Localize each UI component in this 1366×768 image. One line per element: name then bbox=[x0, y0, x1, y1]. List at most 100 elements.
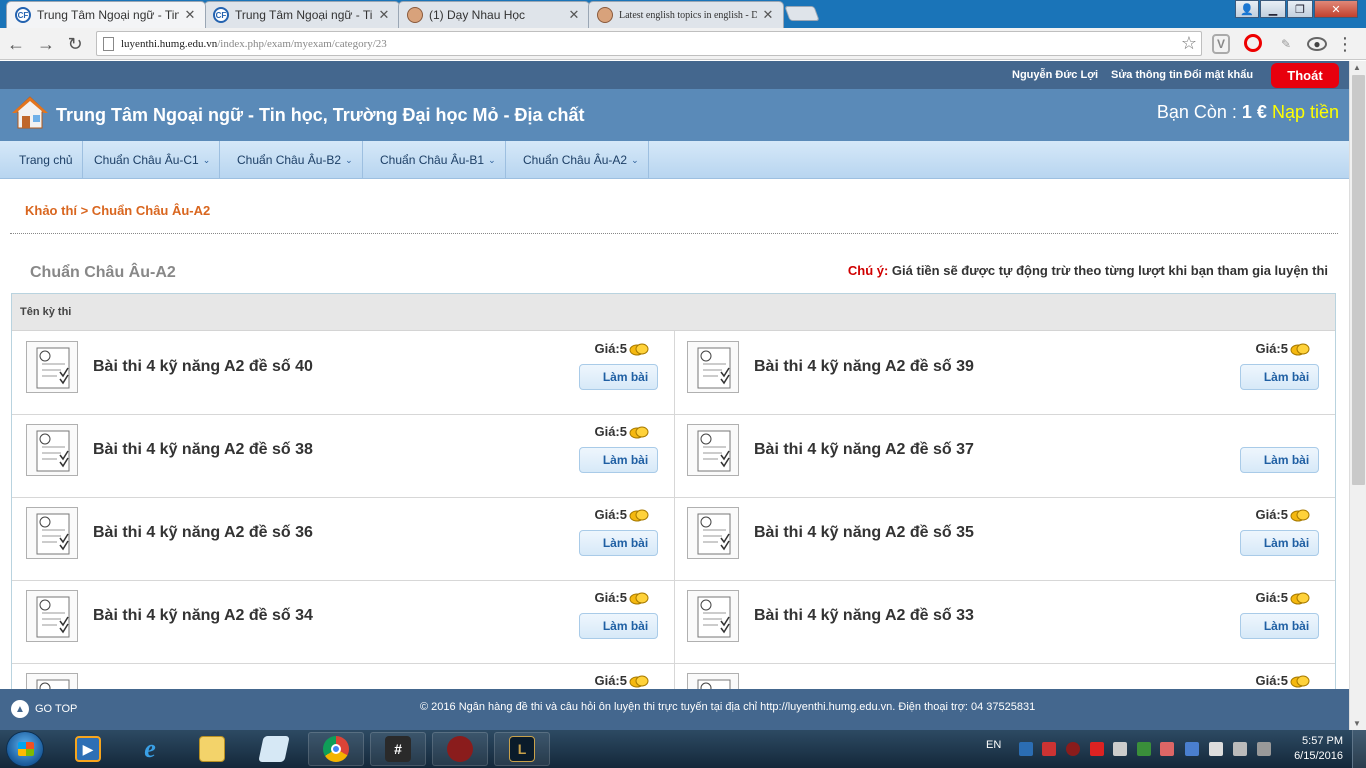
exam-title[interactable]: Bài thi 4 kỹ năng A2 đề số 34 bbox=[93, 607, 313, 625]
bluetooth-tray-icon[interactable] bbox=[1185, 742, 1199, 756]
nav-item-b2[interactable]: Chuẩn Châu Âu-B2 ⌄ bbox=[228, 141, 363, 179]
battery-tray-icon[interactable] bbox=[1209, 742, 1223, 756]
exam-sheet-icon[interactable] bbox=[687, 341, 739, 393]
home-logo-icon[interactable] bbox=[12, 95, 48, 131]
volume-tray-icon[interactable] bbox=[1113, 742, 1127, 756]
start-exam-button[interactable]: Làm bài bbox=[1240, 613, 1319, 639]
language-indicator[interactable]: EN bbox=[986, 739, 1001, 751]
start-exam-button[interactable]: Làm bài bbox=[579, 447, 658, 473]
chrome-icon[interactable] bbox=[308, 732, 364, 766]
usb-tray-icon[interactable] bbox=[1233, 742, 1247, 756]
browser-tab[interactable]: Latest english topics in english - Dạy ✕ bbox=[588, 1, 784, 28]
exam-sheet-icon[interactable] bbox=[26, 341, 78, 393]
action-center-tray-icon[interactable] bbox=[1257, 742, 1271, 756]
bookmark-star-icon[interactable]: ☆ bbox=[1181, 33, 1197, 54]
price-value: 5 bbox=[1280, 341, 1288, 356]
forward-arrow-icon[interactable]: → bbox=[34, 32, 58, 56]
exam-item: Bài thi 4 kỹ năng A2 đề số 35 Giá: 5 Làm bà… bbox=[673, 497, 1333, 580]
nav-item-b1[interactable]: Chuẩn Châu Âu-B1 ⌄ bbox=[371, 141, 506, 179]
start-exam-button[interactable]: Làm bài bbox=[1240, 447, 1319, 473]
exam-item: Bài thi 4 kỹ năng A2 đề số 39 Giá: 5 Làm bà… bbox=[673, 331, 1333, 414]
go-top-button[interactable]: ▲ GO TOP bbox=[11, 700, 77, 718]
notepad-icon[interactable] bbox=[246, 732, 302, 766]
back-arrow-icon[interactable]: ← bbox=[4, 32, 28, 56]
start-exam-button[interactable]: Làm bài bbox=[579, 613, 658, 639]
start-exam-label: Làm bài bbox=[602, 536, 649, 550]
start-exam-button[interactable]: Làm bài bbox=[1240, 530, 1319, 556]
page-scrollbar[interactable]: ▲ ▼ bbox=[1349, 61, 1366, 730]
address-bar[interactable]: luyenthi.humg.edu.vn/index.php/exam/myex… bbox=[96, 31, 1202, 56]
sync-tray-icon[interactable] bbox=[1137, 742, 1151, 756]
exam-title[interactable]: Bài thi 4 kỹ năng A2 đề số 33 bbox=[754, 607, 974, 625]
show-desktop-button[interactable] bbox=[1352, 730, 1366, 768]
exam-sheet-icon[interactable] bbox=[26, 673, 78, 689]
browser-tab[interactable]: CF Trung Tâm Ngoại ngữ - Tin ✕ bbox=[204, 1, 400, 28]
start-button[interactable] bbox=[6, 731, 44, 767]
close-tab-icon[interactable]: ✕ bbox=[183, 7, 197, 23]
minimize-button[interactable]: ▁ bbox=[1260, 0, 1286, 18]
nav-item-a2[interactable]: Chuẩn Châu Âu-A2 ⌄ bbox=[514, 141, 649, 179]
logout-button[interactable]: Thoát bbox=[1271, 63, 1339, 88]
exam-title[interactable]: Bài thi 4 kỹ năng A2 đề số 40 bbox=[93, 358, 313, 376]
game-avatar-icon[interactable] bbox=[432, 732, 488, 766]
exam-title[interactable]: Bài thi 4 kỹ năng A2 đề số 37 bbox=[754, 441, 974, 459]
file-explorer-icon[interactable] bbox=[184, 732, 240, 766]
arrow-up-icon: ▲ bbox=[11, 700, 29, 718]
reload-icon[interactable]: ↻ bbox=[63, 32, 87, 56]
start-exam-button[interactable]: Làm bài bbox=[579, 364, 658, 390]
opera-extension-icon[interactable] bbox=[1244, 34, 1262, 52]
notice-text: Giá tiền sẽ được tự động trừ theo từng l… bbox=[888, 263, 1328, 278]
browser-tab[interactable]: CF Trung Tâm Ngoại ngữ - Tin ✕ bbox=[6, 1, 206, 28]
site-title[interactable]: Trung Tâm Ngoại ngữ - Tin học, Trường Đạ… bbox=[56, 105, 585, 126]
v-tray-icon[interactable] bbox=[1090, 742, 1104, 756]
scroll-up-arrow-icon[interactable]: ▲ bbox=[1353, 63, 1361, 72]
user-name-link[interactable]: Nguyễn Đức Lợi bbox=[1012, 69, 1098, 81]
top-up-link[interactable]: Nạp tiền bbox=[1272, 102, 1339, 122]
network-tray-icon[interactable] bbox=[1019, 742, 1033, 756]
close-tab-icon[interactable]: ✕ bbox=[761, 7, 775, 23]
eye-extension-icon[interactable]: ● bbox=[1307, 37, 1327, 51]
close-tab-icon[interactable]: ✕ bbox=[377, 7, 391, 23]
edit-profile-link[interactable]: Sửa thông tin bbox=[1111, 69, 1183, 81]
change-password-link[interactable]: Đổi mật khẩu bbox=[1184, 69, 1253, 81]
speaker-tray-icon[interactable] bbox=[1160, 742, 1174, 756]
exam-price: Giá: 5 bbox=[1255, 590, 1310, 605]
menu-icon[interactable]: ⋮ bbox=[1336, 34, 1354, 55]
exam-sheet-icon[interactable] bbox=[26, 507, 78, 559]
internet-explorer-icon[interactable]: e bbox=[122, 732, 178, 766]
user-profile-icon[interactable]: 👤 bbox=[1235, 0, 1259, 18]
app-tray-icon[interactable] bbox=[1066, 742, 1080, 756]
nav-item-home[interactable]: Trang chủ bbox=[10, 141, 83, 179]
coins-icon bbox=[1290, 675, 1310, 687]
exam-title[interactable]: Bài thi 4 kỹ năng A2 đề số 36 bbox=[93, 524, 313, 542]
start-exam-button[interactable]: Làm bài bbox=[579, 530, 658, 556]
flag-tray-icon[interactable] bbox=[1042, 742, 1056, 756]
window-close-button[interactable]: ✕ bbox=[1314, 0, 1358, 18]
new-tab-button[interactable] bbox=[784, 6, 820, 21]
start-exam-button[interactable]: Làm bài bbox=[1240, 364, 1319, 390]
exam-sheet-icon[interactable] bbox=[687, 424, 739, 476]
system-clock[interactable]: 5:57 PM 6/15/2016 bbox=[1281, 734, 1343, 764]
exam-title[interactable]: Bài thi 4 kỹ năng A2 đề số 35 bbox=[754, 524, 974, 542]
exam-sheet-icon[interactable] bbox=[687, 590, 739, 642]
browser-tab[interactable]: (1) Dạy Nhau Học ✕ bbox=[398, 1, 590, 28]
exam-title[interactable]: Bài thi 4 kỹ năng A2 đề số 38 bbox=[93, 441, 313, 459]
breadcrumb[interactable]: Khảo thí > Chuẩn Châu Âu-A2 bbox=[25, 203, 210, 218]
exam-title[interactable]: Bài thi 4 kỹ năng A2 đề số 39 bbox=[754, 358, 974, 376]
shield-extension-icon[interactable]: V bbox=[1212, 34, 1230, 54]
bird-extension-icon[interactable]: ✎ bbox=[1276, 34, 1296, 54]
maximize-button[interactable]: ❐ bbox=[1287, 0, 1313, 18]
exam-sheet-icon[interactable] bbox=[26, 424, 78, 476]
league-of-legends-icon[interactable]: L bbox=[494, 732, 550, 766]
close-tab-icon[interactable]: ✕ bbox=[567, 7, 581, 23]
media-player-icon[interactable]: ▶ bbox=[60, 732, 116, 766]
exam-price: Giá: 5 bbox=[594, 590, 649, 605]
scrollbar-thumb[interactable] bbox=[1352, 75, 1365, 485]
exam-sheet-icon[interactable] bbox=[26, 590, 78, 642]
page-icon bbox=[103, 37, 114, 51]
exam-sheet-icon[interactable] bbox=[687, 673, 739, 689]
hashtag-app-icon[interactable]: # bbox=[370, 732, 426, 766]
nav-item-c1[interactable]: Chuẩn Châu Âu-C1 ⌄ bbox=[85, 141, 221, 179]
exam-sheet-icon[interactable] bbox=[687, 507, 739, 559]
scroll-down-arrow-icon[interactable]: ▼ bbox=[1353, 719, 1361, 728]
